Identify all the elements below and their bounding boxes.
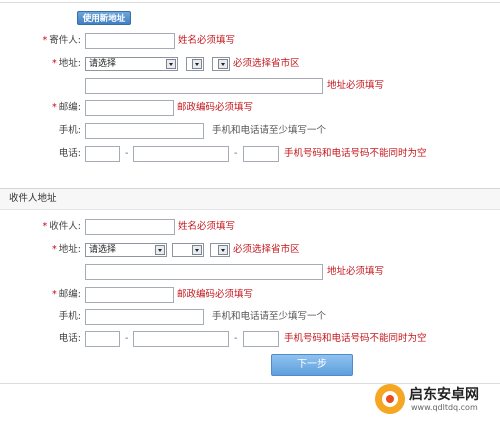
recipient-name-label: * 收件人: [5, 219, 81, 235]
sender-name-label: * 寄件人: [5, 33, 81, 49]
sender-name-label-text: 寄件人: [49, 35, 81, 46]
sender-phone-error: 手机号码和电话号码不能同时为空 [284, 148, 427, 159]
recipient-phone-ext-input[interactable] [243, 331, 279, 347]
recipient-province-select[interactable]: 请选择 [85, 243, 167, 257]
sender-postcode-input[interactable] [85, 100, 174, 116]
top-divider [0, 2, 500, 3]
recipient-province-value: 请选择 [89, 245, 117, 255]
sender-phone-ext-input[interactable] [243, 146, 279, 162]
site-watermark: 启东安卓网 www.qdltdq.com [375, 382, 497, 418]
sender-mobile-hint: 手机和电话请至少填写一个 [212, 125, 327, 136]
chevron-down-icon [218, 59, 228, 69]
watermark-logo-dot [386, 395, 394, 403]
sender-address-label: * 地址: [5, 56, 81, 72]
sender-postcode-label-text: 邮编: [58, 102, 81, 113]
sender-phone-dash-1: - [125, 148, 129, 159]
required-marker: * [52, 289, 57, 300]
recipient-phone-number-input[interactable] [133, 331, 229, 347]
sender-mobile-input[interactable] [85, 123, 204, 139]
recipient-name-label-text: 收件人: [49, 221, 81, 232]
recipient-address-label: * 地址: [5, 242, 81, 258]
watermark-url: www.qdltdq.com [411, 403, 478, 412]
sender-phone-label: 电话: [58, 148, 81, 159]
sender-city-select[interactable] [186, 57, 204, 71]
required-marker: * [52, 102, 57, 113]
sender-province-select[interactable]: 请选择 [85, 57, 178, 71]
recipient-name-error: 姓名必须填写 [178, 221, 236, 232]
sender-phone-dash-2: - [234, 148, 238, 159]
sender-province-value: 请选择 [89, 59, 117, 69]
sender-phone-number-input[interactable] [133, 146, 229, 162]
recipient-district-select[interactable] [210, 243, 230, 257]
sender-postcode-error: 邮政编码必须填写 [177, 102, 254, 113]
recipient-mobile-hint: 手机和电话请至少填写一个 [212, 311, 327, 322]
recipient-address-error: 地址必须填写 [327, 266, 385, 277]
recipient-city-select[interactable] [172, 243, 204, 257]
recipient-street-input[interactable] [85, 264, 323, 280]
sender-postcode-label: * 邮编: [5, 100, 81, 116]
recipient-address-label-text: 地址: [58, 244, 81, 255]
recipient-phone-error: 手机号码和电话号码不能同时为空 [284, 333, 427, 344]
required-marker: * [52, 58, 57, 69]
sender-phone-area-input[interactable] [85, 146, 120, 162]
sender-district-select[interactable] [212, 57, 230, 71]
sender-name-input[interactable] [85, 33, 175, 49]
required-marker: * [52, 244, 57, 255]
watermark-title: 启东安卓网 [409, 387, 479, 403]
recipient-postcode-label: * 邮编: [5, 287, 81, 303]
required-marker: * [42, 221, 48, 232]
required-marker: * [42, 35, 48, 46]
chevron-down-icon [155, 245, 165, 255]
recipient-name-input[interactable] [85, 219, 175, 235]
sender-region-error: 必须选择省市区 [233, 58, 300, 69]
recipient-phone-area-input[interactable] [85, 331, 120, 347]
watermark-logo-icon [375, 384, 405, 414]
next-step-button[interactable]: 下一步 [271, 354, 353, 376]
sender-name-error: 姓名必须填写 [178, 35, 236, 46]
recipient-postcode-error: 邮政编码必须填写 [177, 289, 254, 300]
chevron-down-icon [166, 59, 176, 69]
chevron-down-icon [192, 245, 202, 255]
recipient-mobile-input[interactable] [85, 309, 204, 325]
recipient-postcode-input[interactable] [85, 287, 174, 303]
sender-mobile-label: 手机: [58, 125, 81, 136]
chevron-down-icon [192, 59, 202, 69]
recipient-phone-dash-1: - [125, 333, 129, 344]
use-new-address-button[interactable]: 使用新地址 [77, 11, 131, 25]
recipient-region-error: 必须选择省市区 [233, 244, 300, 255]
sender-street-input[interactable] [85, 78, 323, 94]
sender-address-label-text: 地址: [58, 58, 81, 69]
recipient-section-title: 收件人地址 [0, 188, 500, 210]
recipient-mobile-label: 手机: [58, 311, 81, 322]
recipient-phone-label: 电话: [58, 333, 81, 344]
recipient-postcode-label-text: 邮编: [58, 289, 81, 300]
recipient-phone-dash-2: - [234, 333, 238, 344]
sender-address-error: 地址必须填写 [327, 80, 385, 91]
chevron-down-icon [218, 245, 228, 255]
